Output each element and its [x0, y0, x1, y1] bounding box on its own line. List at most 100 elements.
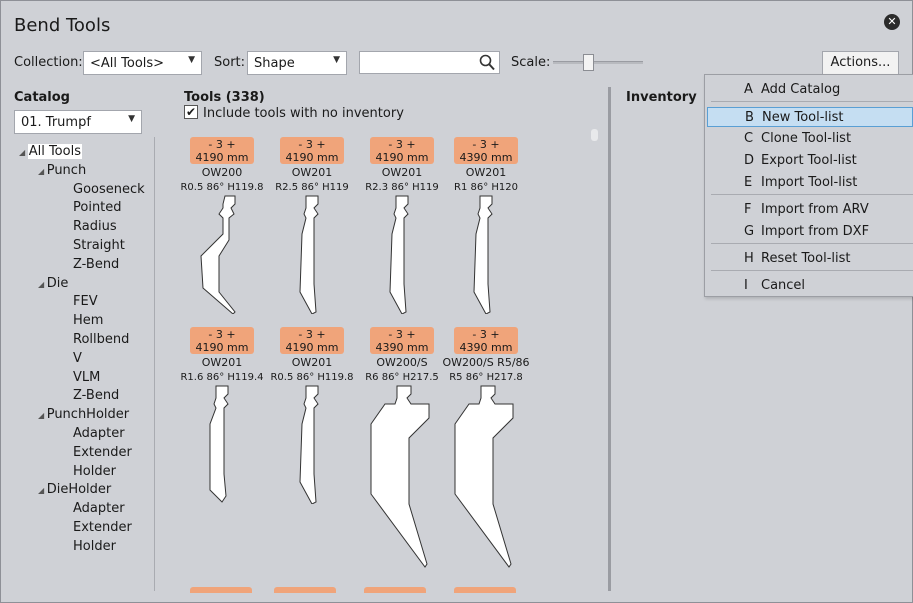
quantity-stepper[interactable]: - 3 +	[370, 328, 434, 341]
menu-item-label: Export Tool-list	[761, 153, 857, 168]
narrow-punch-shape	[389, 195, 409, 314]
tool-card[interactable]: - 3 +4390 mm OW200/S R6 86° H217.5	[357, 327, 447, 569]
tree-node[interactable]: Z-Bend	[73, 257, 119, 272]
tree-node[interactable]: Extender	[73, 520, 132, 535]
search-icon[interactable]	[479, 54, 495, 71]
expand-triangle-icon[interactable]: ◢	[19, 148, 28, 157]
sort-dropdown[interactable]: Shape ▼	[247, 51, 347, 75]
tree-node[interactable]: Rollbend	[73, 332, 129, 347]
inventory-badge[interactable]: - 3 +4190 mm	[370, 137, 434, 164]
tree-node[interactable]: V	[73, 351, 82, 366]
tree-node-label: Z-Bend	[73, 388, 120, 404]
expand-triangle-icon[interactable]: ◢	[38, 167, 47, 176]
collection-value: <All Tools>	[90, 56, 165, 71]
menu-item-import-tool-list[interactable]: E Import Tool-list	[707, 173, 913, 193]
tree-node[interactable]: Radius	[73, 219, 117, 234]
menu-item-new-tool-list[interactable]: B New Tool-list	[707, 107, 913, 127]
tool-card[interactable]: - 3 +4190 mm OW201 R0.5 86° H119.8	[267, 327, 357, 504]
search-input[interactable]	[359, 51, 500, 74]
menu-separator	[711, 270, 913, 271]
tree-node[interactable]: ◢ Die	[38, 276, 68, 291]
tool-card[interactable]: - 3 +4190 mm OW200 R0.5 86° H119.8	[177, 137, 267, 314]
tree-node[interactable]: Z-Bend	[73, 388, 119, 403]
tree-node-label: FEV	[73, 294, 98, 310]
scale-slider-thumb[interactable]	[583, 54, 594, 71]
inventory-badge[interactable]: - 3 +4390 mm	[454, 327, 518, 354]
menu-item-clone-tool-list[interactable]: C Clone Tool-list	[707, 129, 913, 149]
menu-item-accelerator: H	[744, 251, 754, 266]
tree-node[interactable]: Pointed	[73, 200, 122, 215]
close-icon[interactable]: ✕	[884, 14, 900, 30]
tool-name: OW201	[381, 166, 423, 179]
include-no-inventory-checkbox[interactable]: ✔	[184, 105, 198, 119]
tree-node[interactable]: Adapter	[73, 426, 125, 441]
pane-divider[interactable]	[154, 137, 155, 591]
quantity-stepper[interactable]: - 3 +	[280, 328, 344, 341]
pane-splitter[interactable]	[608, 87, 611, 591]
scale-slider-track[interactable]	[553, 61, 643, 64]
inventory-badge[interactable]: - 3 +4190 mm	[280, 327, 344, 354]
tool-spec: R6 86° H217.5	[365, 372, 439, 383]
tool-length: 4190 mm	[285, 341, 339, 354]
expand-triangle-icon[interactable]: ◢	[38, 280, 47, 289]
scrollbar-thumb[interactable]	[591, 129, 598, 141]
tree-node-label: Rollbend	[73, 332, 130, 347]
tool-card-partial	[190, 587, 252, 593]
menu-item-add-catalog[interactable]: A Add Catalog	[707, 80, 913, 100]
tree-node[interactable]: ◢ All Tools	[19, 144, 82, 159]
tree-node[interactable]: Extender	[73, 445, 132, 460]
quantity-stepper[interactable]: - 3 +	[454, 328, 518, 341]
tree-node[interactable]: Straight	[73, 238, 125, 253]
tool-name: OW200/S	[376, 356, 428, 369]
tree-node[interactable]: Gooseneck	[73, 182, 145, 197]
tool-card[interactable]: - 3 +4190 mm OW201 R2.3 86° H119	[357, 137, 447, 314]
menu-item-accelerator: G	[744, 224, 755, 239]
menu-item-reset-tool-list[interactable]: H Reset Tool-list	[707, 249, 913, 269]
quantity-stepper[interactable]: - 3 +	[190, 328, 254, 341]
chevron-down-icon: ▼	[128, 114, 135, 124]
tree-node[interactable]: Hem	[73, 313, 103, 328]
menu-item-export-tool-list[interactable]: D Export Tool-list	[707, 151, 913, 171]
menu-item-import-from-arv[interactable]: F Import from ARV	[707, 200, 913, 220]
tree-node[interactable]: Holder	[73, 464, 116, 479]
tool-spec: R5 86° H217.8	[449, 372, 523, 383]
menu-item-accelerator: I	[744, 278, 748, 293]
tree-node-label: All Tools	[27, 144, 82, 159]
tree-node[interactable]: ◢ DieHolder	[38, 482, 111, 497]
tool-card[interactable]: - 3 +4390 mm OW200/S R5/86 R5 86° H217.8	[441, 327, 531, 569]
tool-length: 4190 mm	[375, 151, 429, 164]
catalog-dropdown[interactable]: 01. Trumpf ▼	[14, 110, 142, 134]
chevron-down-icon: ▼	[188, 55, 195, 65]
menu-separator	[711, 243, 913, 244]
collection-dropdown[interactable]: <All Tools> ▼	[83, 51, 202, 75]
tree-node[interactable]: FEV	[73, 294, 98, 309]
tree-node-label: Extender	[73, 520, 132, 535]
quantity-stepper[interactable]: - 3 +	[370, 138, 434, 151]
menu-item-accelerator: D	[744, 153, 755, 168]
quantity-stepper[interactable]: - 3 +	[454, 138, 518, 151]
quantity-stepper[interactable]: - 3 +	[280, 138, 344, 151]
tree-node[interactable]: ◢ PunchHolder	[38, 407, 129, 422]
inventory-badge[interactable]: - 3 +4190 mm	[190, 137, 254, 164]
menu-item-label: Clone Tool-list	[761, 131, 852, 146]
inventory-badge[interactable]: - 3 +4390 mm	[370, 327, 434, 354]
expand-triangle-icon[interactable]: ◢	[38, 411, 47, 420]
tool-card[interactable]: - 3 +4390 mm OW201 R1 86° H120	[441, 137, 531, 314]
menu-item-cancel[interactable]: I Cancel	[707, 276, 913, 296]
tree-node[interactable]: VLM	[73, 370, 100, 385]
tree-node[interactable]: Holder	[73, 539, 116, 554]
quantity-stepper[interactable]: - 3 +	[190, 138, 254, 151]
expand-triangle-icon[interactable]: ◢	[38, 486, 47, 495]
inventory-badge[interactable]: - 3 +4190 mm	[280, 137, 344, 164]
tree-node[interactable]: Adapter	[73, 501, 125, 516]
tree-node[interactable]: ◢ Punch	[38, 163, 86, 178]
menu-item-import-from-dxf[interactable]: G Import from DXF	[707, 222, 913, 242]
tool-card[interactable]: - 3 +4190 mm OW201 R2.5 86° H119	[267, 137, 357, 314]
tool-card[interactable]: - 3 +4190 mm OW201 R1.6 86° H119.4	[177, 327, 267, 504]
actions-button[interactable]: Actions...	[822, 51, 899, 75]
menu-item-accelerator: F	[744, 202, 752, 217]
tool-card-partial	[364, 587, 426, 593]
inventory-badge[interactable]: - 3 +4190 mm	[190, 327, 254, 354]
inventory-badge[interactable]: - 3 +4390 mm	[454, 137, 518, 164]
tool-name: OW200/S R5/86	[442, 356, 530, 369]
